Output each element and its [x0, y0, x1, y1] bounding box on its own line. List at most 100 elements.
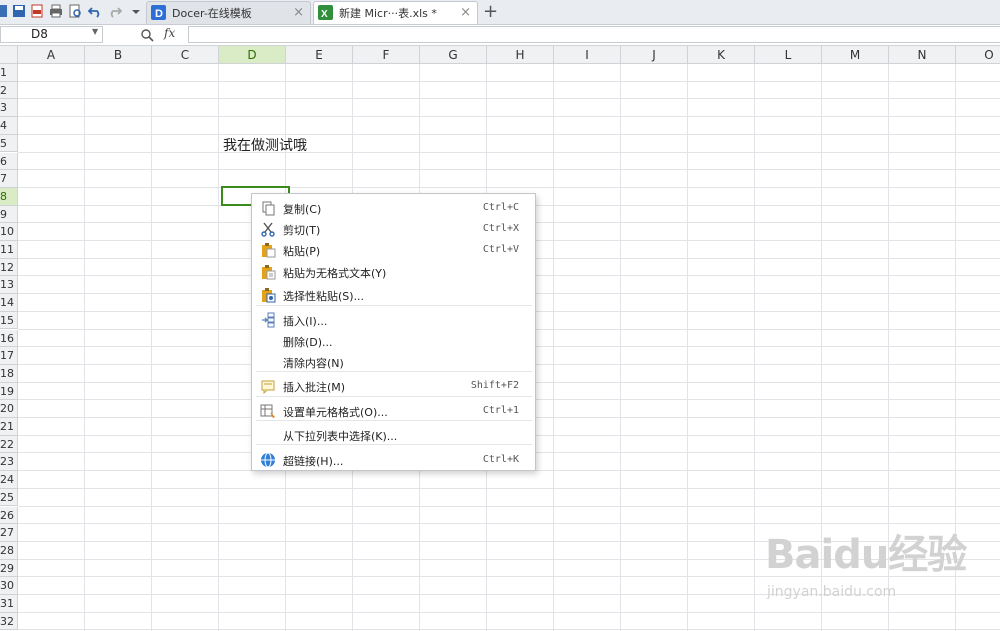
menu-item-7[interactable]: 删除(D)...	[252, 331, 535, 351]
menu-item-2[interactable]: 剪切(T) Ctrl+X	[252, 219, 535, 239]
row-header-5[interactable]: 5	[0, 134, 18, 153]
row-header-6[interactable]: 6	[0, 152, 18, 171]
menu-item-shortcut: Ctrl+X	[482, 223, 519, 234]
row-header-17[interactable]: 17	[0, 347, 18, 365]
menu-item-6[interactable]: 插入(I)...	[252, 310, 535, 330]
column-header-k[interactable]: K	[688, 46, 755, 64]
print-preview-icon[interactable]	[68, 4, 82, 18]
column-header-h[interactable]: H	[487, 46, 554, 64]
row-header-18[interactable]: 18	[0, 364, 18, 383]
save-icon[interactable]	[12, 4, 26, 18]
row-header-25[interactable]: 25	[0, 488, 18, 507]
row-header-9[interactable]: 9	[0, 205, 18, 224]
menu-item-11[interactable]: 从下拉列表中选择(K)...	[252, 425, 535, 445]
new-tab-plus-icon[interactable]: +	[483, 1, 498, 22]
gridline-vertical	[553, 64, 554, 631]
scissors-icon	[260, 221, 276, 237]
print-icon[interactable]	[49, 4, 63, 18]
menu-item-label: 复制(C)	[283, 203, 322, 216]
column-header-i[interactable]: I	[554, 46, 621, 64]
row-header-11[interactable]: 11	[0, 241, 18, 259]
insert-function-icon[interactable]: fx	[164, 26, 175, 40]
menu-item-label: 删除(D)...	[283, 336, 333, 349]
column-header-c[interactable]: C	[152, 46, 219, 64]
menu-item-3[interactable]: 粘贴(P) Ctrl+V	[252, 240, 535, 260]
row-header-1[interactable]: 1	[0, 64, 18, 82]
row-header-4[interactable]: 4	[0, 117, 18, 135]
row-header-15[interactable]: 15	[0, 311, 18, 330]
menu-item-label: 插入(I)...	[283, 315, 328, 328]
title-tab-bar: D Docer-在线模板 × X 新建 Micr···表.xls * × +	[0, 0, 1000, 25]
column-header-m[interactable]: M	[822, 46, 889, 64]
name-box-dropdown-icon[interactable]: ▼	[92, 27, 98, 36]
gridline-horizontal	[18, 133, 1000, 135]
menu-item-10[interactable]: 设置单元格格式(O)... Ctrl+1	[252, 401, 535, 421]
row-header-3[interactable]: 3	[0, 99, 18, 118]
gridline-horizontal	[18, 151, 1000, 153]
column-header-l[interactable]: L	[755, 46, 822, 64]
row-header-32[interactable]: 32	[0, 612, 18, 631]
select-all-corner[interactable]	[0, 46, 18, 64]
row-header-14[interactable]: 14	[0, 294, 18, 312]
row-header-28[interactable]: 28	[0, 541, 18, 560]
menu-item-label: 选择性粘贴(S)...	[283, 290, 365, 303]
gridline-vertical	[151, 64, 152, 631]
cell-d5[interactable]: 我在做测试哦	[223, 135, 307, 155]
comment-icon	[260, 378, 276, 395]
column-header-g[interactable]: G	[420, 46, 487, 64]
gridline-vertical	[754, 64, 755, 631]
menu-item-4[interactable]: 粘贴为无格式文本(Y)	[252, 262, 535, 282]
menu-separator	[256, 444, 532, 445]
tab-close-icon[interactable]: ×	[293, 5, 304, 20]
row-header-10[interactable]: 10	[0, 223, 18, 241]
menu-item-5[interactable]: 选择性粘贴(S)...	[252, 285, 535, 305]
row-header-13[interactable]: 13	[0, 276, 18, 295]
row-header-30[interactable]: 30	[0, 577, 18, 595]
row-header-7[interactable]: 7	[0, 170, 18, 188]
row-header-12[interactable]: 12	[0, 258, 18, 277]
column-header-f[interactable]: F	[353, 46, 420, 64]
menu-item-1[interactable]: 复制(C) Ctrl+C	[252, 198, 535, 218]
row-header-26[interactable]: 26	[0, 506, 18, 525]
row-header-24[interactable]: 24	[0, 471, 18, 489]
svg-text:D: D	[155, 8, 163, 20]
undo-icon[interactable]	[88, 4, 102, 18]
row-header-8[interactable]: 8	[0, 187, 18, 206]
row-header-16[interactable]: 16	[0, 329, 18, 348]
gridline-horizontal	[18, 487, 1000, 489]
row-header-27[interactable]: 27	[0, 524, 18, 542]
export-pdf-icon[interactable]	[30, 4, 44, 18]
column-header-d[interactable]: D	[219, 46, 286, 64]
gridline-horizontal	[18, 505, 1000, 507]
tab-docer-templates[interactable]: D Docer-在线模板 ×	[146, 1, 311, 24]
row-header-2[interactable]: 2	[0, 81, 18, 100]
menu-item-label: 粘贴为无格式文本(Y)	[283, 267, 387, 280]
menu-item-8[interactable]: 清除内容(N)	[252, 352, 535, 372]
row-header-19[interactable]: 19	[0, 382, 18, 401]
column-header-o[interactable]: O	[956, 46, 1000, 64]
column-header-n[interactable]: N	[889, 46, 956, 64]
column-header-e[interactable]: E	[286, 46, 353, 64]
menu-item-shortcut: Ctrl+1	[482, 405, 519, 416]
formula-input[interactable]	[188, 26, 1000, 43]
row-header-29[interactable]: 29	[0, 559, 18, 578]
customize-dropdown-icon[interactable]	[129, 4, 143, 18]
column-header-b[interactable]: B	[85, 46, 152, 64]
menu-item-shortcut: Ctrl+V	[482, 244, 519, 255]
row-header-31[interactable]: 31	[0, 595, 18, 613]
column-header-a[interactable]: A	[18, 46, 85, 64]
baidu-watermark: Baidu经验 jingyan.baidu.com	[765, 522, 985, 612]
menu-item-9[interactable]: 插入批注(M) Shift+F2	[252, 376, 535, 396]
row-header-22[interactable]: 22	[0, 435, 18, 454]
menu-item-label: 设置单元格格式(O)...	[283, 406, 388, 419]
tab-spreadsheet[interactable]: X 新建 Micr···表.xls * ×	[313, 1, 478, 24]
row-header-21[interactable]: 21	[0, 418, 18, 436]
column-header-j[interactable]: J	[621, 46, 688, 64]
zoom-icon[interactable]	[140, 28, 154, 42]
name-box[interactable]: D8	[0, 26, 103, 43]
row-header-23[interactable]: 23	[0, 453, 18, 472]
redo-icon[interactable]	[108, 4, 122, 18]
menu-item-12[interactable]: 超链接(H)... Ctrl+K	[252, 450, 535, 470]
row-header-20[interactable]: 20	[0, 400, 18, 418]
tab-close-icon[interactable]: ×	[460, 5, 471, 20]
